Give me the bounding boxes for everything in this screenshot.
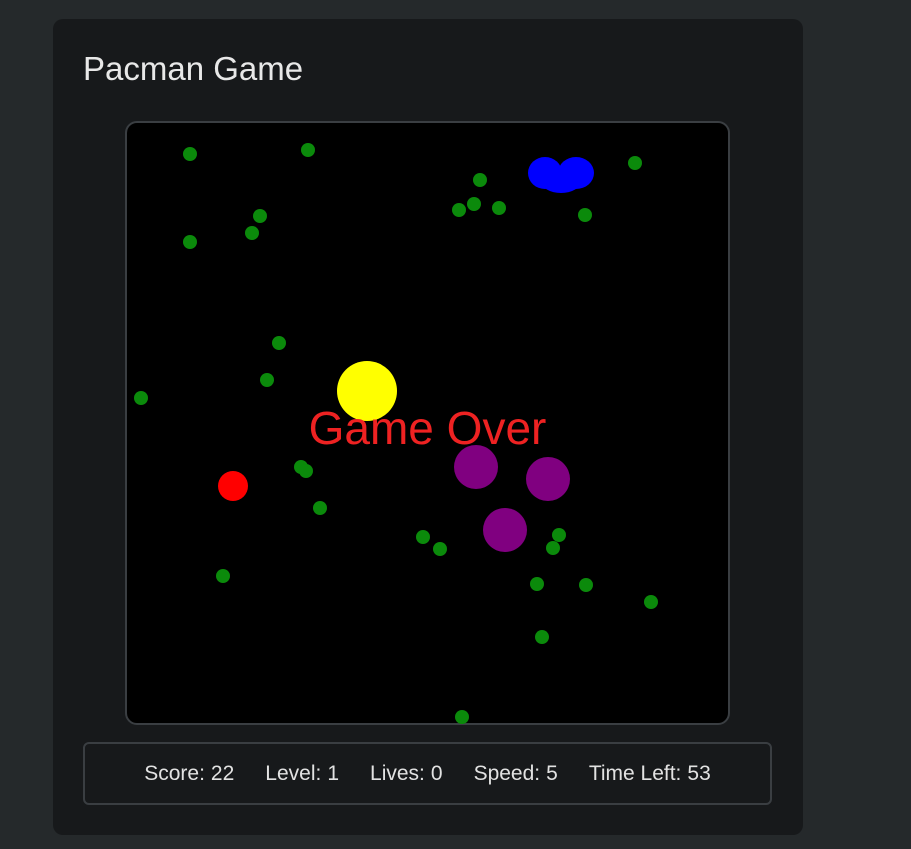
pellet <box>416 530 430 544</box>
blue-ghost <box>528 157 594 193</box>
game-board[interactable]: Game Over <box>125 121 730 725</box>
lives-stat: Lives: 0 <box>370 762 443 786</box>
level-label: Level: <box>265 761 322 785</box>
pellet <box>253 209 267 223</box>
time-left-label: Time Left: <box>588 761 682 785</box>
pellet <box>467 197 481 211</box>
game-panel: Pacman Game Game Over Score: 22 Level: 1… <box>53 19 803 835</box>
pellet <box>552 528 566 542</box>
time-left-value: 53 <box>687 761 711 785</box>
pellet <box>578 208 592 222</box>
speed-label: Speed: <box>473 761 541 785</box>
pellet <box>433 542 447 556</box>
pellet <box>183 235 197 249</box>
game-over-text: Game Over <box>308 402 547 454</box>
pellet <box>546 541 560 555</box>
time-left-stat: Time Left: 53 <box>589 762 711 786</box>
level-value: 1 <box>327 761 340 785</box>
pellet <box>530 577 544 591</box>
pellet <box>272 336 286 350</box>
lives-label: Lives: <box>370 761 425 785</box>
pellet <box>644 595 658 609</box>
lives-value: 0 <box>430 761 443 785</box>
pellet <box>628 156 642 170</box>
score-value: 22 <box>210 761 235 785</box>
blue-ghost-body <box>541 169 581 193</box>
pellet <box>452 203 466 217</box>
pellet <box>313 501 327 515</box>
pellet <box>535 630 549 644</box>
pellet <box>183 147 197 161</box>
level-stat: Level: 1 <box>265 762 339 786</box>
score-stat: Score: 22 <box>144 762 234 786</box>
speed-stat: Speed: 5 <box>474 762 558 786</box>
pellet <box>492 201 506 215</box>
pellet <box>473 173 487 187</box>
pellet <box>216 569 230 583</box>
page-title: Pacman Game <box>83 50 304 87</box>
purple-ghost <box>483 508 527 552</box>
red-ghost <box>218 471 248 501</box>
stats-bar: Score: 22 Level: 1 Lives: 0 Speed: 5 Tim… <box>83 742 772 805</box>
pellet <box>455 710 469 724</box>
pellet <box>245 226 259 240</box>
speed-value: 5 <box>546 761 558 785</box>
pellet <box>260 373 274 387</box>
score-label: Score: <box>144 761 205 785</box>
pellet <box>299 464 313 478</box>
purple-ghost <box>526 457 570 501</box>
pellet <box>579 578 593 592</box>
pellet <box>301 143 315 157</box>
